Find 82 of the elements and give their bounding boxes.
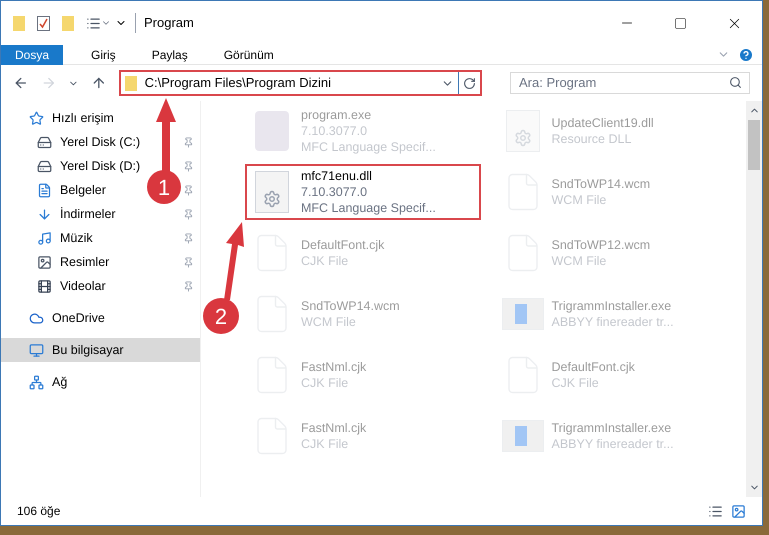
file-name: DefaultFont.cjk — [552, 359, 635, 375]
file-name: mfc71enu.dll — [301, 168, 373, 184]
file-name: TrigrammInstaller.exe — [552, 420, 672, 436]
window-title: Program — [135, 13, 194, 33]
pin-icon[interactable] — [183, 256, 194, 268]
sidebar-item[interactable]: Hızlı erişim — [52, 111, 114, 125]
pin-icon[interactable] — [183, 232, 194, 244]
document-icon — [37, 182, 52, 198]
file-tile[interactable]: mfc71enu.dll 7.10.3077.0 MFC Language Specif... — [245, 164, 481, 220]
file-name: FastNml.cjk — [301, 359, 366, 375]
scrollbar[interactable] — [746, 101, 762, 497]
details-view-icon[interactable] — [708, 504, 723, 518]
file-name: SndToWP14.wcm — [301, 298, 400, 314]
file-detail: CJK File — [552, 375, 600, 391]
maximize-icon[interactable] — [674, 16, 687, 30]
ribbon-tab[interactable]: Dosya — [1, 44, 64, 64]
cloud-icon — [29, 310, 44, 326]
up-icon[interactable] — [90, 75, 107, 91]
drive-icon — [37, 134, 52, 150]
large-icons-view-icon[interactable] — [731, 504, 746, 518]
file-name: TrigrammInstaller.exe — [552, 298, 672, 314]
file-detail: MFC Language Specif... — [301, 139, 436, 155]
file-name: SndToWP14.wcm — [552, 176, 650, 192]
checkmark-icon[interactable] — [37, 16, 50, 30]
sidebar-item[interactable]: OneDrive — [52, 311, 105, 325]
music-note-icon — [37, 230, 52, 246]
file-detail: 7.10.3077.0 — [301, 123, 368, 139]
program-icon — [255, 111, 289, 151]
network-icon — [29, 374, 44, 390]
sidebar-item[interactable]: Bu bilgisayar — [1, 338, 200, 362]
installer-icon — [502, 420, 544, 452]
file-name: UpdateClient19.dll — [552, 115, 654, 131]
sidebar-item[interactable]: Belgeler — [60, 183, 106, 197]
file-detail: CJK File — [301, 436, 350, 452]
monitor-icon — [29, 342, 44, 358]
file-detail: ABBYY finereader tr... — [552, 436, 674, 452]
properties-icon[interactable] — [86, 16, 101, 30]
pin-icon[interactable] — [183, 160, 194, 172]
file-detail: CJK File — [301, 253, 350, 269]
sidebar-item[interactable]: Videolar — [60, 279, 106, 293]
file-detail: ABBYY finereader tr... — [552, 314, 674, 330]
ribbon-tab[interactable]: Paylaş — [138, 44, 202, 64]
file-name: SndToWP12.wcm — [552, 237, 650, 253]
drive-icon — [37, 158, 52, 174]
star-icon — [29, 110, 44, 126]
download-icon — [37, 206, 52, 222]
sidebar-item[interactable]: Resimler — [60, 255, 110, 269]
pin-icon[interactable] — [183, 184, 194, 196]
file-detail: WCM File — [301, 314, 357, 330]
back-icon[interactable] — [13, 75, 29, 91]
sidebar-item[interactable]: Yerel Disk (D:) — [60, 159, 140, 173]
file-detail: CJK File — [301, 375, 350, 391]
sidebar-item[interactable]: Yerel Disk (C:) — [60, 135, 140, 149]
address-bar[interactable]: C:\Program Files\Program Dizini — [118, 70, 482, 96]
pin-icon[interactable] — [183, 136, 194, 148]
file-detail: Resource DLL — [552, 131, 632, 147]
file-detail: MFC Language Specif... — [301, 200, 436, 216]
pin-icon[interactable] — [183, 208, 194, 220]
refresh-icon[interactable] — [463, 76, 476, 90]
file-detail: WCM File — [552, 192, 608, 208]
ribbon-tab[interactable]: Görünüm — [210, 44, 288, 64]
help-icon[interactable] — [738, 46, 754, 62]
search-field[interactable]: Ara: Program — [510, 72, 750, 94]
file-name: program.exe — [301, 107, 372, 123]
file-name: FastNml.cjk — [301, 420, 366, 436]
file-detail: 7.10.3077.0 — [301, 184, 368, 200]
ribbon-tab[interactable]: Giriş — [77, 44, 130, 64]
scroll-thumb[interactable] — [748, 120, 760, 170]
search-icon — [729, 76, 742, 89]
file-detail: WCM File — [552, 253, 608, 269]
pin-icon[interactable] — [183, 280, 194, 292]
sidebar-item[interactable]: Ağ — [52, 375, 68, 389]
file-gears-icon — [506, 110, 540, 152]
film-icon — [37, 278, 52, 294]
item-count: 106 öğe — [17, 503, 62, 520]
sidebar-item[interactable]: Müzik — [60, 231, 93, 245]
picture-icon — [37, 254, 52, 270]
folder-icon — [124, 76, 137, 90]
file-gears-icon — [255, 171, 289, 213]
sidebar-item[interactable]: İndirmeler — [60, 207, 116, 221]
installer-icon — [502, 298, 544, 330]
file-name: DefaultFont.cjk — [301, 237, 384, 253]
